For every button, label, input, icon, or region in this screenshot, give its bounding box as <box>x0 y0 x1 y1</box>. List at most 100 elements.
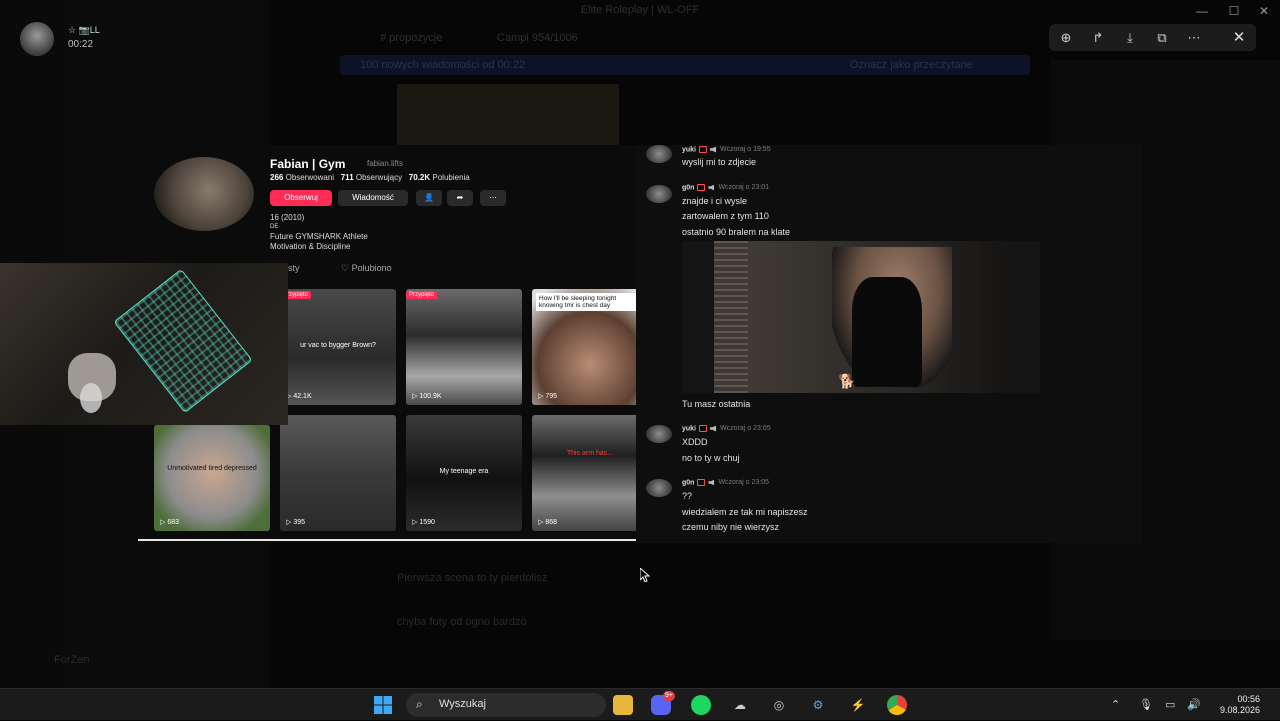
profile-bio: 16 (2010) DE Future GYMSHARK Athlete Mot… <box>270 213 368 251</box>
zoom-icon[interactable]: ⊕ <box>1056 28 1076 48</box>
message-text: ?? <box>682 491 693 501</box>
message-text: ostatnio 90 bralem na klate <box>682 227 791 237</box>
chat-avatar <box>646 479 672 497</box>
chat-avatar <box>646 145 672 163</box>
bg-message-1: Pierwsza scena to ty pierdolisz <box>397 572 548 584</box>
window-title: Elite Roleplay | WL-OFF <box>580 4 700 16</box>
message-time: Wczoraj o 19:55 <box>720 146 771 154</box>
profile-stats: 266 Obserwowani 711 Obserwujący 70.2K Po… <box>270 173 470 182</box>
clock-date: 9.08.2026 <box>1219 705 1260 715</box>
likes-label: Polubienia <box>432 173 470 182</box>
message-header: yuki Wczoraj o 23:05 <box>682 425 771 432</box>
chrome-icon[interactable] <box>887 695 907 715</box>
share-icon: ➦ <box>447 190 473 206</box>
video-thumbnail: ▷ 395 <box>280 415 396 531</box>
dog-emoji-icon: 🐕 <box>838 373 856 389</box>
message-text: wyslij mi to zdjecie <box>682 157 757 167</box>
spotify-icon[interactable] <box>691 695 711 715</box>
video-overlay-text: ur vac to bygger Brown? <box>300 342 376 350</box>
clock[interactable]: 00:56 9.08.2026 <box>1220 694 1260 716</box>
profile-handle: fabian.lifts <box>367 159 404 168</box>
image-caption: Tu masz ostatnia <box>682 399 751 409</box>
tab-posts: sty <box>288 263 300 273</box>
keyboard-image <box>113 268 253 414</box>
chat-avatar <box>646 185 672 203</box>
message-button: Wiadomość <box>338 190 408 206</box>
bio-line: Future GYMSHARK Athlete <box>270 232 368 241</box>
author-badges: ☆ 📷LL <box>68 25 100 35</box>
message-time: Wczoraj o 23:05 <box>718 479 770 487</box>
post-time: 00:22 <box>68 39 94 50</box>
taskbar: ⌕ Wyszukaj 9+ ☁ ◎ ⚙ ⚡ ⌃ 🎙 ▭ 🔊 00:56 9.08… <box>0 688 1280 720</box>
microphone-icon[interactable]: 🎙 <box>1139 698 1153 711</box>
followers-label: Obserwujący <box>355 173 403 182</box>
message-text: wiedzialem ze tak mi napiszesz <box>682 507 808 517</box>
video-views: ▷ 42.1K <box>286 393 312 400</box>
likes-count: 70.2K <box>408 173 431 182</box>
video-thumbnail: Unmotivated tired depressed ▷ 683 <box>154 425 270 531</box>
video-thumbnail: This arm has... ▷ 868 <box>532 415 648 531</box>
clock-time: 00:56 <box>1237 694 1260 704</box>
minimize-icon[interactable]: — <box>1195 4 1209 18</box>
app-icon[interactable]: ☁ <box>730 695 750 715</box>
message-text: czemu niby nie wierzysz <box>682 522 780 532</box>
screen: # propozycje Campi 954/1006 100 nowych w… <box>0 0 1280 688</box>
chat-screenshot: yuki Wczoraj o 19:55 wyslij mi to zdjecie… <box>636 145 1142 543</box>
app-icon[interactable]: ⚡ <box>848 695 868 715</box>
message-time: Wczoraj o 23:01 <box>718 184 770 192</box>
more-options-icon[interactable]: ⋯ <box>1184 28 1204 48</box>
steam-icon[interactable]: ⚙ <box>808 695 828 715</box>
video-caption: How I'll be sleeping tonight knowing tmr… <box>536 293 644 311</box>
message-text: no to ty w chuj <box>682 453 740 463</box>
message-header: g0n Wczoraj o 23:01 <box>682 184 769 191</box>
notification-badge: 9+ <box>663 691 675 701</box>
video-thumbnail: Przypięto ▷ 100.9K <box>406 289 522 405</box>
add-friend-icon: 👤 <box>416 190 442 206</box>
message-text: XDDD <box>682 437 708 447</box>
download-icon[interactable]: ⤓ <box>1120 28 1140 48</box>
video-thumbnail: My teenage era ▷ 1590 <box>406 415 522 531</box>
profile-avatar <box>154 157 254 231</box>
mouse-cursor-icon <box>640 568 650 582</box>
search-label: Wyszukaj <box>439 698 486 710</box>
bio-line: DE <box>270 223 279 230</box>
taskbar-search[interactable]: ⌕ Wyszukaj <box>406 693 606 717</box>
follow-button: Obserwuj <box>270 190 332 206</box>
video-views: ▷ 100.9K <box>412 393 442 400</box>
radiator-image <box>714 241 748 393</box>
file-explorer-icon[interactable] <box>613 695 633 715</box>
maximize-icon[interactable]: ☐ <box>1227 4 1241 18</box>
video-views: ▷ 868 <box>538 519 558 526</box>
mouse-image <box>80 383 102 413</box>
windows-start-icon[interactable] <box>373 695 393 715</box>
volume-icon[interactable]: 🔊 <box>1187 698 1201 711</box>
open-external-icon[interactable]: ⧉ <box>1152 28 1172 48</box>
window-close-icon[interactable]: ✕ <box>1257 4 1271 18</box>
bio-line: Motivation & Discipline <box>270 241 351 251</box>
profile-name: Fabian | Gym <box>270 157 346 171</box>
video-views: ▷ 683 <box>160 519 180 526</box>
message-author: yuki <box>682 425 697 433</box>
tray-expand-icon[interactable]: ⌃ <box>1111 698 1120 711</box>
webcam-overlay <box>0 263 288 425</box>
message-header: yuki Wczoraj o 19:55 <box>682 146 771 153</box>
viewer-close-button[interactable]: ✕ <box>1222 24 1256 51</box>
video-thumbnail: Przypięto ur vac to bygger Brown? ▷ 42.1… <box>280 289 396 405</box>
message-header: g0n Wczoraj o 23:05 <box>682 479 769 486</box>
browser-icon[interactable]: ◎ <box>769 695 789 715</box>
bio-line: 16 (2010) <box>270 213 305 222</box>
search-icon: ⌕ <box>416 697 423 711</box>
discord-icon[interactable]: 9+ <box>651 691 675 715</box>
video-overlay-text: This arm has... <box>566 449 614 457</box>
following-count: 266 <box>270 173 284 182</box>
bg-user-name: ForZen <box>54 654 90 666</box>
network-icon[interactable]: ▭ <box>1165 698 1175 711</box>
tab-liked: ♡ Polubiono <box>341 263 392 273</box>
chat-image-attachment: 🐕 <box>682 241 1040 393</box>
video-overlay-text: Unmotivated tired depressed <box>167 465 257 473</box>
message-author: g0n <box>682 184 695 192</box>
video-thumbnail: How I'll be sleeping tonight knowing tmr… <box>532 289 648 405</box>
bg-message-2: chyba foty od ogno bardzo <box>397 616 527 628</box>
author-avatar[interactable] <box>20 22 54 56</box>
forward-icon[interactable]: ↱ <box>1088 28 1108 48</box>
